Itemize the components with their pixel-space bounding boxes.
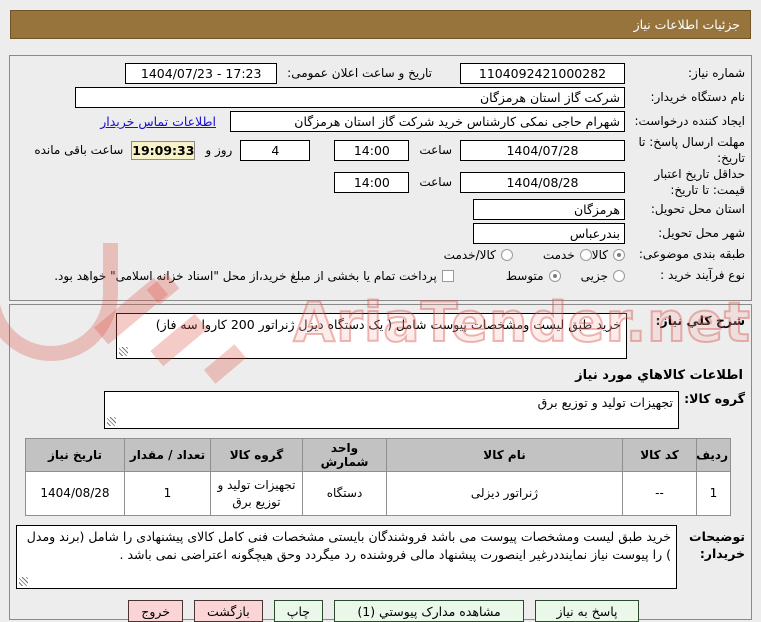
goods-group-section: گروه کالا: تجهیزات تولید و توزیع برق [16,391,745,429]
remaining-time-label: ساعت باقی مانده [34,142,124,157]
row-need-number: شماره نیاز: تاریخ و ساعت اعلان عمومی: [16,63,745,84]
price-validity-time-input[interactable] [334,172,410,194]
resize-handle-icon[interactable] [119,347,128,356]
row-process-type: نوع فرآیند خرید : جزیی متوسط پرداخت تمام… [16,268,745,284]
resize-handle-icon[interactable] [107,417,116,426]
row-deadline: مهلت ارسال پاسخ: تا تاریخ: ساعت روز و 19… [16,135,745,166]
col-goods-name: نام کالا [386,438,623,472]
cell-need-date: 1404/08/28 [25,471,125,516]
buyer-notes-section: توضیحات خریدار: خرید طبق لیست ومشخصات پی… [16,525,745,589]
subject-class-label: طبقه بندی موضوعی: [638,247,745,262]
row-price-validity: حداقل تاریخ اعتبار قیمت: تا تاریخ: ساعت [16,167,745,198]
buyer-notes-label: توضیحات خریدار: [689,529,745,561]
need-description-section: شرح کلي نیاز: خرید طبق لیست ومشخصات پیوس… [16,313,745,359]
resize-handle-icon[interactable] [19,577,28,586]
buyer-org-input[interactable] [75,87,625,108]
deadline-date-input[interactable] [460,140,625,162]
cell-group: تجهیزات تولید و توزیع برق [210,471,303,516]
buyer-notes-textarea[interactable]: خرید طبق لیست ومشخصات پیوست می باشد فروش… [16,525,677,589]
need-number-label: شماره نیاز: [688,65,745,80]
city-label: شهر محل تحویل: [658,226,745,241]
price-validity-date-input[interactable] [460,172,625,194]
details-groupbox: شرح کلي نیاز: خرید طبق لیست ومشخصات پیوس… [9,304,752,622]
row-province: استان محل تحویل: [16,199,745,221]
deadline-time-input[interactable] [334,140,410,162]
treasury-checkbox[interactable] [441,269,454,282]
radio-goods-service[interactable] [500,249,513,262]
price-validity-label: حداقل تاریخ اعتبار قیمت: تا تاریخ: [654,167,745,197]
need-description-text: خرید طبق لیست ومشخصات پیوست شامل ( یک دس… [155,317,621,332]
cell-quantity: 1 [124,471,211,516]
goods-group-textarea[interactable]: تجهیزات تولید و توزیع برق [104,391,679,429]
radio-service[interactable] [579,249,592,262]
deadline-days-input[interactable] [240,140,311,162]
price-validity-hour-label: ساعت [419,174,452,189]
radio-medium[interactable] [548,269,561,282]
goods-table-row: 1 -- ژنراتور دیزلی دستگاه تجهیزات تولید … [25,471,731,516]
row-creator: ایجاد کننده درخواست: اطلاعات تماس خریدار [16,111,745,132]
radio-minor[interactable] [613,269,625,282]
creator-input[interactable] [230,111,625,132]
goods-group-text: تجهیزات تولید و توزیع برق [537,395,673,410]
announce-datetime-input[interactable] [125,63,278,84]
col-quantity: تعداد / مقدار [124,438,211,472]
row-city: شهر محل تحویل: [16,223,745,245]
row-buyer-org: نام دستگاه خریدار: [16,87,745,108]
need-description-textarea[interactable]: خرید طبق لیست ومشخصات پیوست شامل ( یک دس… [116,313,627,359]
need-number-input[interactable] [460,63,625,84]
col-goods-code: کد کالا [622,438,697,472]
respond-button[interactable]: پاسخ به نیاز [535,600,639,622]
radio-goods-service-label: کالا/خدمت [443,248,496,263]
exit-button[interactable]: خروج [128,600,183,622]
col-unit: واحد شمارش [302,438,387,472]
goods-section-title: اطلاعات کالاهاي مورد نیاز [575,368,743,383]
back-button[interactable]: بازگشت [193,600,263,622]
radio-service-label: خدمت [542,248,575,263]
row-subject-class: طبقه بندی موضوعی: کالا خدمت کالا/خدمت [16,247,745,263]
col-need-date: تاریخ نیاز [25,438,125,472]
cell-goods-name: ژنراتور دیزلی [386,471,623,516]
city-input[interactable] [473,223,625,245]
col-row-index: ردیف [696,438,731,472]
need-description-label: شرح کلي نیاز: [655,313,745,328]
need-info-groupbox: شماره نیاز: تاریخ و ساعت اعلان عمومی: نا… [9,55,752,301]
goods-table: ردیف کد کالا نام کالا واحد شمارش گروه کا… [25,438,731,516]
page-title: جزئیات اطلاعات نیاز [10,10,751,39]
radio-goods[interactable] [613,249,625,262]
cell-unit: دستگاه [302,471,387,516]
goods-table-header-row: ردیف کد کالا نام کالا واحد شمارش گروه کا… [25,438,731,472]
announce-datetime-label: تاریخ و ساعت اعلان عمومی: [287,65,432,80]
buyer-contact-link[interactable]: اطلاعات تماس خریدار [100,114,216,129]
page: جزئیات اطلاعات نیاز شماره نیاز: تاریخ و … [0,0,761,622]
radio-medium-label: متوسط [505,268,544,283]
radio-goods-label: کالا [591,248,608,263]
process-type-label: نوع فرآیند خرید : [660,267,745,282]
buyer-org-label: نام دستگاه خریدار: [650,89,746,104]
print-button[interactable]: چاپ [273,600,323,622]
province-label: استان محل تحویل: [650,202,745,217]
remaining-time-countdown: 19:09:33 [131,141,196,161]
col-group: گروه کالا [210,438,303,472]
deadline-label: مهلت ارسال پاسخ: تا تاریخ: [638,135,745,165]
treasury-note-label: پرداخت تمام یا بخشی از مبلغ خرید،از محل … [54,268,437,283]
goods-group-label: گروه کالا: [684,391,745,406]
deadline-hour-label: ساعت [419,142,452,157]
cell-row-index: 1 [696,471,731,516]
creator-label: ایجاد کننده درخواست: [634,113,745,128]
view-attachments-button[interactable]: مشاهده مدارک پیوستي (1) [334,600,524,622]
cell-goods-code: -- [622,471,697,516]
deadline-days-label: روز و [205,142,233,157]
footer-buttons: پاسخ به نیاز مشاهده مدارک پیوستي (1) چاپ… [16,600,639,622]
buyer-notes-text: خرید طبق لیست ومشخصات پیوست می باشد فروش… [26,529,671,563]
province-input[interactable] [473,199,625,221]
radio-minor-label: جزیی [580,268,608,283]
